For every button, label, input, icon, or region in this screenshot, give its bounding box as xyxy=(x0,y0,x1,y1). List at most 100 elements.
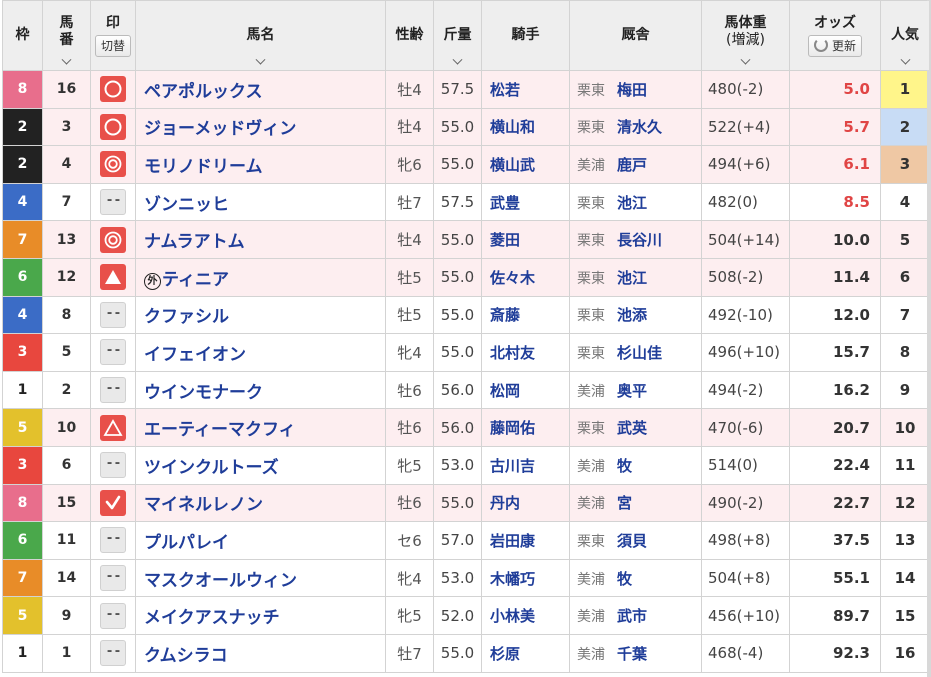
horse-name-link[interactable]: ジョーメッドヴィン xyxy=(144,119,296,139)
mark-cell[interactable] xyxy=(90,370,136,410)
circle-mark-icon[interactable] xyxy=(100,113,126,140)
mark-cell[interactable] xyxy=(90,107,136,147)
horse-name-cell[interactable]: 外ティニア xyxy=(135,257,386,297)
no-mark-icon[interactable] xyxy=(100,189,126,216)
mark-cell[interactable] xyxy=(90,483,136,523)
trainer-link[interactable]: 池添 xyxy=(617,306,647,324)
trainer-link[interactable]: 宮 xyxy=(617,494,632,512)
mark-cell[interactable] xyxy=(90,596,136,635)
header-name[interactable]: 馬名 xyxy=(135,0,386,71)
horse-name-link[interactable]: エーティーマクフィ xyxy=(144,420,296,440)
trainer-link[interactable]: 牧 xyxy=(617,457,632,475)
mark-toggle-button[interactable]: 切替 xyxy=(94,34,131,57)
horse-name-link[interactable]: ナムラアトム xyxy=(144,232,245,252)
triangle-outline-mark-icon[interactable] xyxy=(100,414,126,441)
no-mark-icon[interactable] xyxy=(100,527,126,554)
horse-name-link[interactable]: ティニア xyxy=(162,270,229,290)
no-mark-icon[interactable] xyxy=(100,452,126,479)
odds-refresh-button[interactable]: 更新 xyxy=(807,34,862,57)
jockey-link[interactable]: 横山和 xyxy=(481,107,570,147)
jockey-link[interactable]: 北村友 xyxy=(481,333,570,372)
no-mark-icon[interactable] xyxy=(100,602,126,629)
horse-name-cell[interactable]: エーティーマクフィ xyxy=(135,408,386,447)
double-circle-mark-icon[interactable] xyxy=(100,226,126,253)
horse-name-link[interactable]: プルパレイ xyxy=(144,533,229,553)
horse-name-cell[interactable]: イフェイオン xyxy=(135,333,386,372)
header-weight[interactable]: 馬体重 (増減) xyxy=(701,0,790,71)
horse-name-cell[interactable]: クムシラコ xyxy=(135,633,386,673)
mark-cell[interactable] xyxy=(90,445,136,485)
double-circle-mark-icon[interactable] xyxy=(100,151,126,178)
sort-umaban-icon[interactable] xyxy=(44,58,90,67)
horse-name-link[interactable]: クファシル xyxy=(144,307,229,327)
horse-name-link[interactable]: イフェイオン xyxy=(144,345,246,365)
jockey-link[interactable]: 松岡 xyxy=(481,370,570,410)
horse-name-cell[interactable]: マスクオールウィン xyxy=(135,558,386,598)
horse-name-cell[interactable]: ゾンニッヒ xyxy=(135,182,386,222)
trainer-link[interactable]: 奥平 xyxy=(617,382,647,400)
jockey-link[interactable]: 岩田康 xyxy=(481,521,570,560)
jockey-link[interactable]: 横山武 xyxy=(481,145,570,184)
horse-name-cell[interactable]: ナムラアトム xyxy=(135,220,386,259)
horse-name-cell[interactable]: プルパレイ xyxy=(135,521,386,560)
sort-pop-icon[interactable] xyxy=(882,58,929,67)
horse-name-cell[interactable]: クファシル xyxy=(135,295,386,335)
header-pop[interactable]: 人気 xyxy=(880,0,930,71)
mark-cell[interactable] xyxy=(90,220,136,259)
horse-name-cell[interactable]: マイネルレノン xyxy=(135,483,386,523)
sort-name-icon[interactable] xyxy=(219,58,303,67)
triangle-filled-mark-icon[interactable] xyxy=(100,264,126,291)
no-mark-icon[interactable] xyxy=(100,377,126,404)
horse-name-link[interactable]: マスクオールウィン xyxy=(144,571,297,591)
trainer-link[interactable]: 池江 xyxy=(617,194,647,212)
jockey-link[interactable]: 古川吉 xyxy=(481,445,570,485)
trainer-link[interactable]: 池江 xyxy=(617,269,647,287)
trainer-link[interactable]: 清水久 xyxy=(617,118,662,136)
mark-cell[interactable] xyxy=(90,70,136,109)
horse-name-link[interactable]: ゾンニッヒ xyxy=(144,195,229,215)
horse-name-cell[interactable]: ウインモナーク xyxy=(135,370,386,410)
mark-cell[interactable] xyxy=(90,521,136,560)
jockey-link[interactable]: 木幡巧 xyxy=(481,558,570,598)
horse-name-link[interactable]: ツインクルトーズ xyxy=(144,458,279,478)
jockey-link[interactable]: 佐々木 xyxy=(481,257,570,297)
trainer-link[interactable]: 鹿戸 xyxy=(617,156,647,174)
no-mark-icon[interactable] xyxy=(100,301,126,328)
mark-cell[interactable] xyxy=(90,408,136,447)
horse-name-cell[interactable]: モリノドリーム xyxy=(135,145,386,184)
trainer-link[interactable]: 武英 xyxy=(617,419,647,437)
jockey-link[interactable]: 松若 xyxy=(481,70,570,109)
trainer-link[interactable]: 長谷川 xyxy=(617,231,662,249)
jockey-link[interactable]: 斎藤 xyxy=(481,295,570,335)
mark-cell[interactable] xyxy=(90,257,136,297)
horse-name-link[interactable]: ウインモナーク xyxy=(144,383,263,403)
trainer-link[interactable]: 武市 xyxy=(617,607,647,625)
mark-cell[interactable] xyxy=(90,145,136,184)
sort-weight-icon[interactable] xyxy=(722,58,770,67)
horse-name-cell[interactable]: ツインクルトーズ xyxy=(135,445,386,485)
horse-name-cell[interactable]: メイクアスナッチ xyxy=(135,596,386,635)
horse-name-cell[interactable]: ペアポルックス xyxy=(135,70,386,109)
header-kinryo[interactable]: 斤量 xyxy=(433,0,482,71)
trainer-link[interactable]: 牧 xyxy=(617,570,632,588)
mark-cell[interactable] xyxy=(90,633,136,673)
horse-name-cell[interactable]: ジョーメッドヴィン xyxy=(135,107,386,147)
jockey-link[interactable]: 藤岡佑 xyxy=(481,408,570,447)
no-mark-icon[interactable] xyxy=(100,339,126,366)
mark-cell[interactable] xyxy=(90,558,136,598)
jockey-link[interactable]: 丹内 xyxy=(481,483,570,523)
mark-cell[interactable] xyxy=(90,182,136,222)
horse-name-link[interactable]: メイクアスナッチ xyxy=(144,608,280,628)
header-umaban[interactable]: 馬 番 xyxy=(42,0,91,71)
no-mark-icon[interactable] xyxy=(100,640,126,667)
horse-name-link[interactable]: ペアポルックス xyxy=(144,82,263,102)
horse-name-link[interactable]: モリノドリーム xyxy=(144,157,263,177)
trainer-link[interactable]: 梅田 xyxy=(617,81,647,99)
trainer-link[interactable]: 杉山佳 xyxy=(617,344,662,362)
jockey-link[interactable]: 小林美 xyxy=(481,596,570,635)
circle-mark-icon[interactable] xyxy=(100,76,126,103)
mark-cell[interactable] xyxy=(90,295,136,335)
no-mark-icon[interactable] xyxy=(100,565,126,592)
sort-kinryo-icon[interactable] xyxy=(435,58,481,67)
trainer-link[interactable]: 千葉 xyxy=(617,645,647,663)
